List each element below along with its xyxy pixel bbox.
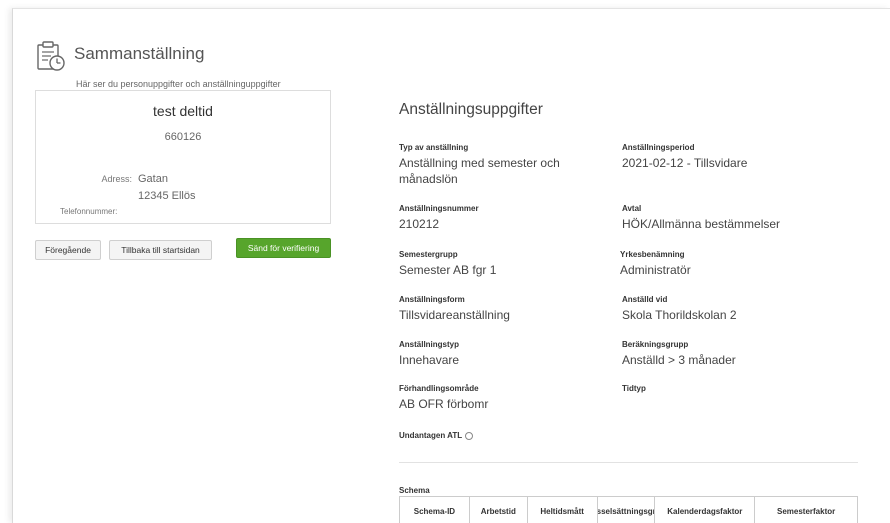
field-value-vid: Skola Thorildskolan 2 <box>622 308 737 322</box>
field-label-typ2: Anställningstyp <box>399 340 460 349</box>
field-value-yrke: Administratör <box>620 263 691 277</box>
field-value-form: Tillsvidareanställning <box>399 308 510 322</box>
person-name: test deltid <box>153 103 213 119</box>
schema-table: Schema-ID Arbetstid Heltidsmått Sysselsä… <box>399 496 858 523</box>
field-value-period: 2021-02-12 - Tillsvidare <box>622 156 748 170</box>
field-label-yrke: Yrkesbenämning <box>620 250 685 259</box>
field-label-nummer: Anställningsnummer <box>399 204 479 213</box>
address-label: Adress: <box>101 174 132 184</box>
person-card: test deltid 660126 Adress: Gatan 12345 E… <box>35 90 331 224</box>
field-label-period: Anställningsperiod <box>622 143 695 152</box>
atl-label: Undantagen ATL <box>399 431 463 440</box>
send-verify-button[interactable]: Sänd för verifiering <box>236 238 331 258</box>
schema-col-arbetstid: Arbetstid <box>470 497 528 523</box>
field-label-form: Anställningsform <box>399 295 465 304</box>
schema-label: Schema <box>399 486 430 495</box>
field-value-nummer: 210212 <box>399 217 440 231</box>
previous-button[interactable]: Föregående <box>35 240 101 260</box>
field-value-typ2: Innehavare <box>399 353 460 367</box>
schema-col-semesterfaktor: Semesterfaktor <box>755 497 858 523</box>
schema-col-kalenderdagsfaktor: Kalenderdagsfaktor <box>655 497 756 523</box>
field-label-semestergrupp: Semestergrupp <box>399 250 458 259</box>
atl-radio[interactable] <box>465 431 474 440</box>
field-value-forhandling: AB OFR förbomr <box>399 397 489 411</box>
field-value-typ: Anställning med semester och månadslön <box>399 156 560 186</box>
field-label-typ: Typ av anställning <box>399 143 469 152</box>
field-label-berakning: Beräkningsgrupp <box>622 340 689 349</box>
schema-col-id: Schema-ID <box>400 497 470 523</box>
page-title: Sammanställning <box>74 44 205 63</box>
field-label-tidtyp: Tidtyp <box>622 384 646 393</box>
section-title: Anställningsuppgifter <box>399 101 543 118</box>
divider <box>399 462 858 463</box>
address-line1: Gatan <box>138 173 168 185</box>
schema-col-sysselsattningsgrad: Sysselsättningsgrad <box>598 497 656 523</box>
person-id: 660126 <box>164 131 202 143</box>
back-home-button[interactable]: Tillbaka till startsidan <box>109 240 212 260</box>
field-value-avtal: HÖK/Allmänna bestämmelser <box>622 217 781 231</box>
field-label-vid: Anställd vid <box>622 295 668 304</box>
field-label-forhandling: Förhandlingsområde <box>399 384 479 393</box>
field-value-berakning: Anställd > 3 månader <box>622 353 736 367</box>
atl-field: Undantagen ATL <box>399 431 474 440</box>
page-subtitle: Här ser du personuppgifter och anställni… <box>76 79 281 89</box>
field-label-avtal: Avtal <box>622 204 642 213</box>
field-value-semestergrupp: Semester AB fgr 1 <box>399 263 497 277</box>
address-line2: 12345 Ellös <box>138 190 196 202</box>
phone-label: Telefonnummer: <box>60 207 118 216</box>
schema-col-heltidsmatt: Heltidsmått <box>528 497 598 523</box>
clipboard-clock-icon <box>37 41 65 71</box>
